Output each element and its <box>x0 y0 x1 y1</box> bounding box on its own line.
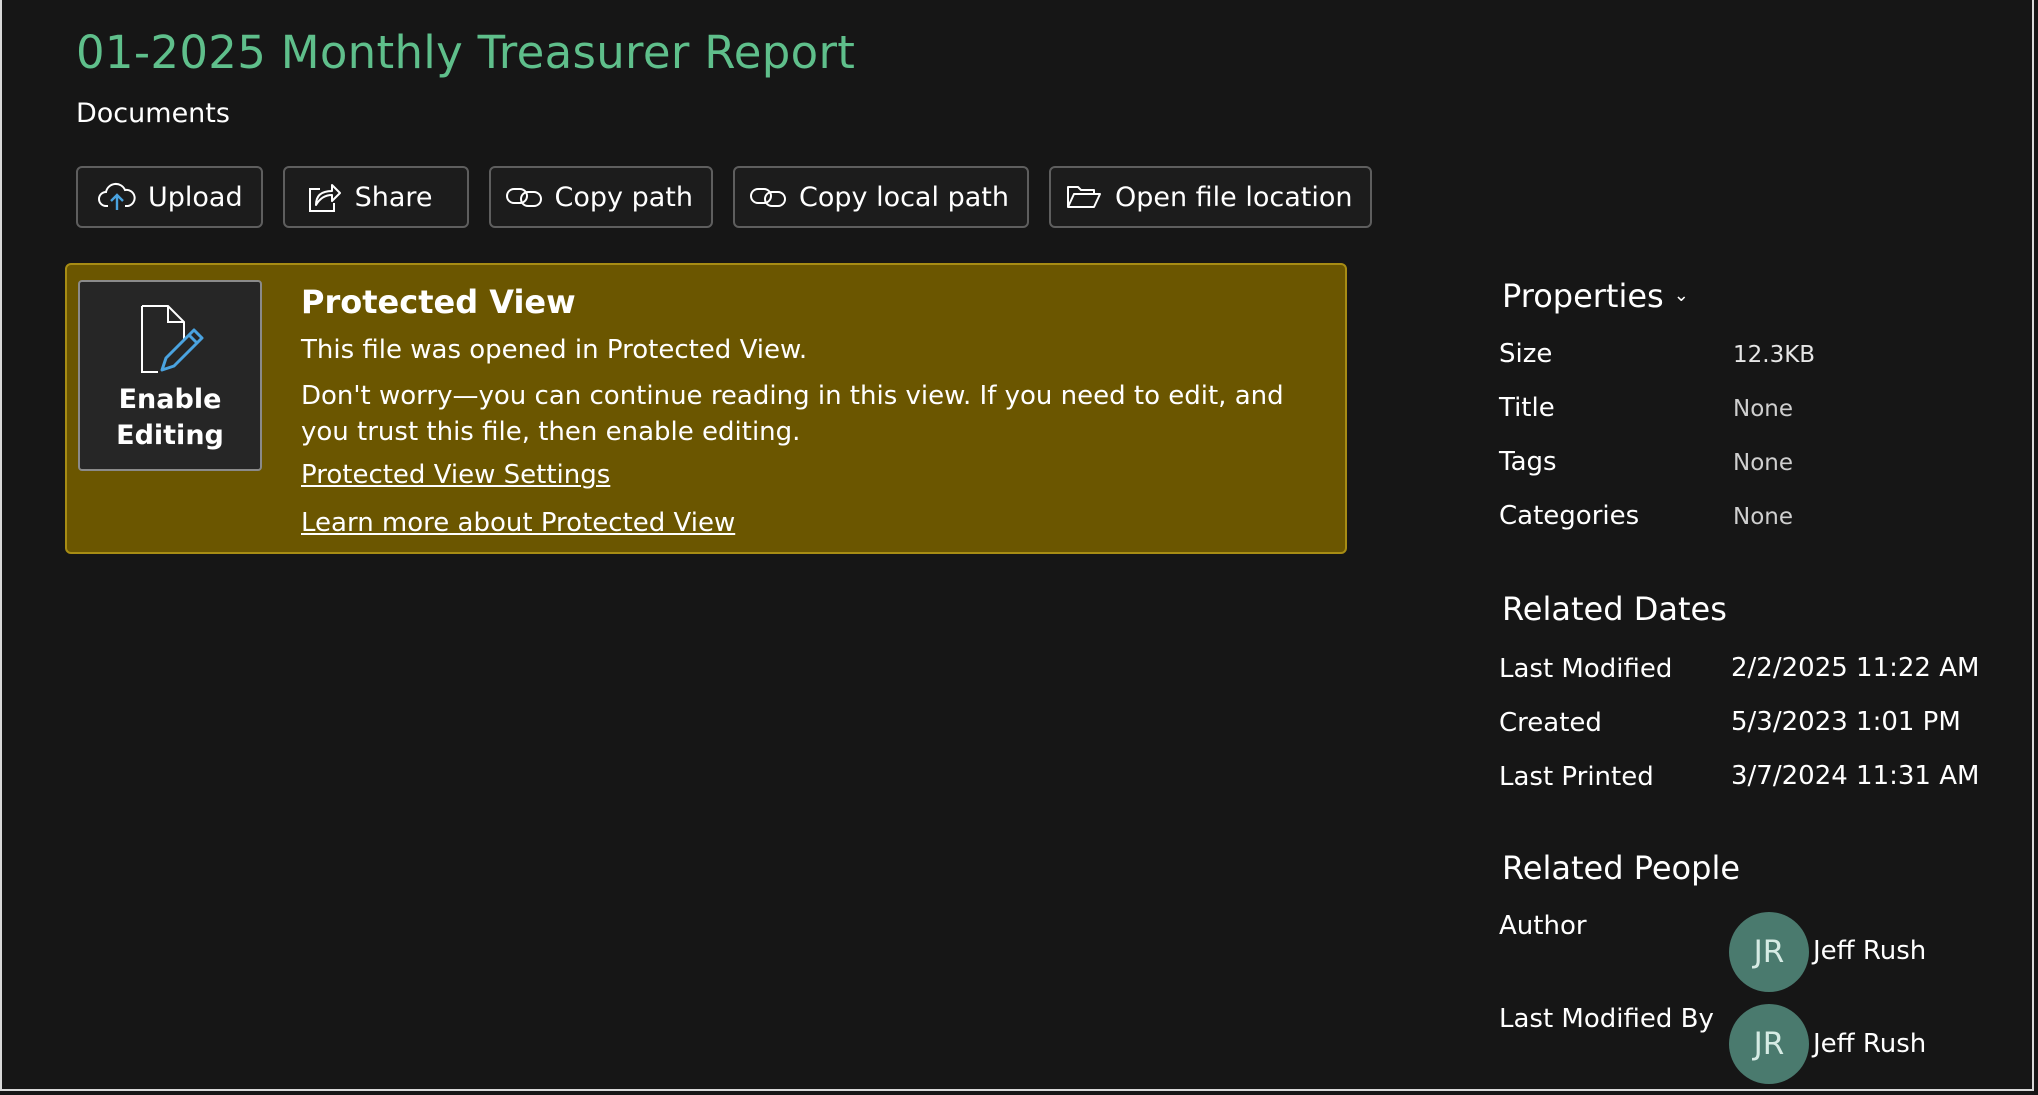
last-modified-by-name[interactable]: Jeff Rush <box>1813 1029 1926 1059</box>
categories-label: Categories <box>1499 501 1640 531</box>
last-printed-label: Last Printed <box>1499 762 1654 792</box>
tags-label: Tags <box>1499 447 1557 477</box>
copy-path-button[interactable]: Copy path <box>488 166 713 228</box>
protected-view-detail: Don't worry—you can continue reading in … <box>301 381 1284 447</box>
backstage-info-pane: 01-2025 Monthly Treasurer Report Documen… <box>0 0 2034 1091</box>
open-file-location-button[interactable]: Open file location <box>1048 166 1373 228</box>
properties-heading[interactable]: Properties ⌄ <box>1502 277 1689 315</box>
upload-label: Upload <box>148 181 243 213</box>
related-people-heading: Related People <box>1502 849 1741 887</box>
upload-button[interactable]: Upload <box>76 166 263 228</box>
share-label: Share <box>354 181 433 213</box>
document-title: 01-2025 Monthly Treasurer Report <box>76 26 856 79</box>
last-modified-by-avatar[interactable]: JR <box>1729 1004 1809 1084</box>
document-edit-icon <box>136 304 206 376</box>
link-icon <box>505 181 543 213</box>
folder-open-icon <box>1065 181 1103 213</box>
title-label: Title <box>1499 393 1555 423</box>
size-value: 12.3KB <box>1733 342 1816 368</box>
title-value[interactable]: None <box>1733 396 1793 422</box>
related-dates-heading: Related Dates <box>1502 590 1727 628</box>
tags-value[interactable]: None <box>1733 450 1793 476</box>
enable-editing-label: Enable Editing <box>116 384 224 451</box>
properties-heading-label: Properties <box>1502 277 1664 315</box>
learn-more-link[interactable]: Learn more about Protected View <box>301 508 735 538</box>
document-location: Documents <box>76 98 230 129</box>
enable-editing-button[interactable]: Enable Editing <box>78 280 262 471</box>
protected-view-title: Protected View <box>301 283 576 321</box>
created-label: Created <box>1499 708 1602 738</box>
protected-view-settings-link[interactable]: Protected View Settings <box>301 460 610 490</box>
created-value: 5/3/2023 1:01 PM <box>1731 707 1961 737</box>
copy-path-label: Copy path <box>554 181 693 213</box>
open-file-location-label: Open file location <box>1114 181 1353 213</box>
size-label: Size <box>1499 339 1553 369</box>
share-icon <box>305 181 343 213</box>
last-modified-label: Last Modified <box>1499 654 1673 684</box>
categories-value[interactable]: None <box>1733 504 1793 530</box>
author-label: Author <box>1499 911 1587 941</box>
protected-view-message: This file was opened in Protected View. <box>301 335 808 365</box>
last-printed-value: 3/7/2024 11:31 AM <box>1731 761 1980 791</box>
copy-local-path-label: Copy local path <box>799 181 1009 213</box>
copy-local-path-button[interactable]: Copy local path <box>733 166 1029 228</box>
file-actions-toolbar: Upload Share Copy path Copy local path O… <box>76 166 1373 228</box>
last-modified-value: 2/2/2025 11:22 AM <box>1731 653 1980 683</box>
author-avatar[interactable]: JR <box>1729 912 1809 992</box>
cloud-upload-icon <box>98 181 136 213</box>
last-modified-by-label: Last Modified By <box>1499 1004 1714 1034</box>
link-icon <box>749 181 787 213</box>
protected-view-banner: Enable Editing Protected View This file … <box>65 263 1347 554</box>
chevron-down-icon: ⌄ <box>1673 285 1689 306</box>
author-name[interactable]: Jeff Rush <box>1813 936 1926 966</box>
share-button[interactable]: Share <box>282 166 469 228</box>
